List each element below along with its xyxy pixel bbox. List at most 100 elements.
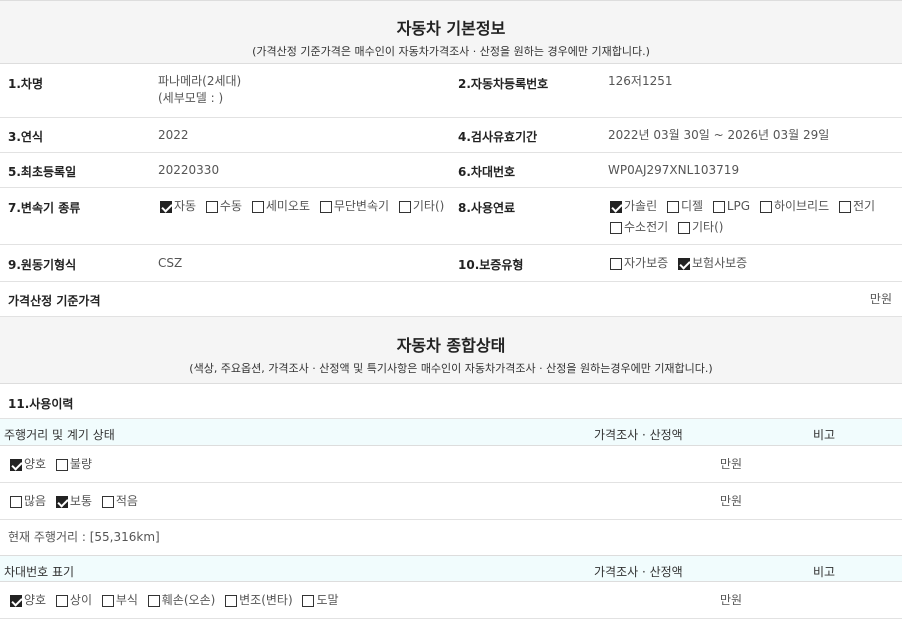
vin-price-head: 가격조사 · 산정액 bbox=[594, 565, 683, 579]
checkbox-box bbox=[205, 200, 218, 213]
mileage-price-head: 가격조사 · 산정액 bbox=[594, 428, 683, 442]
row-usage-history: 11.사용이력 bbox=[0, 384, 902, 419]
checkbox-fuel-diesel[interactable]: 디젤 bbox=[666, 198, 703, 215]
checkbox-gauge-bad[interactable]: 불량 bbox=[55, 456, 92, 473]
basic-info-header: 자동차 기본정보 (가격산정 기준가격은 매수인이 자동차가격조사 · 산정을 … bbox=[0, 0, 902, 64]
checkbox-fuel-hydrogen[interactable]: 수소전기 bbox=[610, 219, 668, 236]
mileage-options: 많음 보통 적음 bbox=[10, 493, 144, 513]
usage-history-label: 11.사용이력 bbox=[8, 397, 74, 411]
reg-no-value: 126저1251 bbox=[608, 74, 673, 88]
checkbox-box bbox=[10, 458, 22, 471]
status-subtitle: (색상, 주요옵션, 가격조사 · 산정액 및 특기사항은 매수인이 자동차가격… bbox=[189, 362, 713, 375]
checkbox-box bbox=[225, 594, 238, 607]
checkbox-warranty-self[interactable]: 자가보증 bbox=[610, 255, 668, 272]
mileage-note-head: 비고 bbox=[813, 428, 836, 442]
checkbox-trans-other[interactable]: 기타() bbox=[398, 198, 444, 215]
checkbox-vin-corrosion[interactable]: 부식 bbox=[101, 592, 138, 609]
checkbox-fuel-hybrid[interactable]: 하이브리드 bbox=[759, 198, 829, 215]
mileage-head: 주행거리 및 계기 상태 bbox=[4, 428, 115, 442]
checkbox-box bbox=[398, 200, 411, 213]
checkbox-box bbox=[610, 221, 622, 234]
checkbox-warranty-insurance[interactable]: 보험사보증 bbox=[678, 255, 747, 272]
checkbox-vin-different[interactable]: 상이 bbox=[55, 592, 92, 609]
row-mileage-level: 많음 보통 적음 만원 bbox=[0, 483, 902, 520]
checkbox-box bbox=[838, 200, 851, 213]
inspection-label: 4.검사유효기간 bbox=[458, 130, 538, 144]
checkbox-box bbox=[759, 200, 772, 213]
checkbox-mileage-normal[interactable]: 보통 bbox=[55, 493, 92, 510]
status-title: 자동차 종합상태 bbox=[396, 336, 506, 355]
checkbox-trans-auto[interactable]: 자동 bbox=[160, 198, 196, 215]
price-label: 가격산정 기준가격 bbox=[8, 294, 101, 308]
vin-head: 차대번호 표기 bbox=[4, 565, 75, 579]
vin-value: WP0AJ297XNL103719 bbox=[608, 163, 740, 177]
checkbox-box bbox=[55, 495, 68, 508]
checkbox-mileage-high[interactable]: 많음 bbox=[10, 493, 46, 510]
basic-info-subtitle: (가격산정 기준가격은 매수인이 자동차가격조사 · 산정을 원하는 경우에만 … bbox=[252, 45, 650, 58]
checkbox-vin-good[interactable]: 양호 bbox=[10, 592, 46, 609]
car-name-value: 파나메라(2세대) (세부모델 : ) bbox=[158, 73, 241, 107]
year-value: 2022 bbox=[158, 128, 189, 142]
engine-label: 9.원동기형식 bbox=[8, 258, 77, 272]
car-model: (세부모델 : ) bbox=[158, 91, 224, 105]
checkbox-trans-cvt[interactable]: 무단변속기 bbox=[319, 198, 389, 215]
checkbox-box bbox=[251, 200, 264, 213]
row-car-name: 1.차명 파나메라(2세대) (세부모델 : ) 2.자동차등록번호 126저1… bbox=[0, 64, 902, 118]
row-gauge-status: 양호 불량 만원 bbox=[0, 446, 902, 483]
checkbox-box bbox=[101, 594, 114, 607]
checkbox-gauge-good[interactable]: 양호 bbox=[10, 456, 46, 473]
status-header: 자동차 종합상태 (색상, 주요옵션, 가격조사 · 산정액 및 특기사항은 매… bbox=[0, 317, 902, 384]
fuel-options: 가솔린 디젤 LPG 하이브리드 전기 수소전기 기타() bbox=[610, 198, 900, 239]
row-transmission: 7.변속기 종류 자동 수동 세미오토 무단변속기 기타() 8.사용연료 가솔… bbox=[0, 188, 902, 245]
vin-note-head: 비고 bbox=[813, 565, 836, 579]
trans-label: 7.변속기 종류 bbox=[8, 201, 81, 215]
checkbox-box bbox=[55, 458, 68, 471]
row-price: 가격산정 기준가격 만원 bbox=[0, 282, 902, 317]
checkbox-box bbox=[610, 200, 622, 213]
vin-table-header: 차대번호 표기 가격조사 · 산정액 비고 bbox=[0, 555, 902, 582]
checkbox-fuel-other[interactable]: 기타() bbox=[678, 219, 723, 236]
checkbox-box bbox=[678, 221, 690, 234]
checkbox-fuel-electric[interactable]: 전기 bbox=[838, 198, 875, 215]
vin-price-unit: 만원 bbox=[720, 593, 743, 607]
car-name: 파나메라(2세대) bbox=[158, 74, 242, 88]
reg-no-label: 2.자동차등록번호 bbox=[458, 77, 549, 91]
checkbox-box bbox=[160, 200, 172, 213]
warranty-options: 자가보증 보험사보증 bbox=[610, 255, 753, 275]
vin-options: 양호 상이 부식 훼손(오손) 변조(변타) 도말 bbox=[10, 592, 345, 612]
current-mileage: 현재 주행거리 : [55,316km] bbox=[8, 530, 160, 544]
checkbox-box bbox=[10, 594, 22, 607]
trans-options: 자동 수동 세미오토 무단변속기 기타() bbox=[160, 198, 450, 218]
year-label: 3.연식 bbox=[8, 130, 43, 144]
row-year: 3.연식 2022 4.검사유효기간 2022년 03월 30일 ~ 2026년… bbox=[0, 118, 902, 153]
checkbox-fuel-gasoline[interactable]: 가솔린 bbox=[610, 198, 657, 215]
row-engine: 9.원동기형식 CSZ 10.보증유형 자가보증 보험사보증 bbox=[0, 245, 902, 282]
inspection-value: 2022년 03월 30일 ~ 2026년 03월 29일 bbox=[608, 128, 830, 142]
checkbox-box bbox=[10, 495, 22, 508]
checkbox-vin-damaged[interactable]: 훼손(오손) bbox=[147, 592, 215, 609]
first-reg-value: 20220330 bbox=[158, 163, 220, 177]
fuel-label: 8.사용연료 bbox=[458, 201, 516, 215]
checkbox-trans-manual[interactable]: 수동 bbox=[205, 198, 242, 215]
warranty-label: 10.보증유형 bbox=[458, 258, 524, 272]
checkbox-box bbox=[678, 257, 690, 270]
checkbox-box bbox=[101, 495, 114, 508]
checkbox-box bbox=[610, 257, 622, 270]
checkbox-box bbox=[712, 200, 725, 213]
mileage-price-unit: 만원 bbox=[720, 494, 743, 508]
checkbox-box bbox=[666, 200, 679, 213]
basic-info-title: 자동차 기본정보 bbox=[396, 19, 506, 38]
checkbox-box bbox=[302, 594, 315, 607]
checkbox-box bbox=[55, 594, 68, 607]
checkbox-trans-semi[interactable]: 세미오토 bbox=[251, 198, 310, 215]
checkbox-mileage-low[interactable]: 적음 bbox=[101, 493, 138, 510]
checkbox-vin-erased[interactable]: 도말 bbox=[302, 592, 339, 609]
row-current-mileage: 현재 주행거리 : [55,316km] bbox=[0, 520, 902, 555]
mileage-table-header: 주행거리 및 계기 상태 가격조사 · 산정액 비고 bbox=[0, 419, 902, 446]
price-unit: 만원 bbox=[869, 292, 892, 306]
first-reg-label: 5.최초등록일 bbox=[8, 165, 77, 179]
checkbox-box bbox=[147, 594, 160, 607]
row-vin-marking: 양호 상이 부식 훼손(오손) 변조(변타) 도말 만원 bbox=[0, 582, 902, 619]
checkbox-vin-altered[interactable]: 변조(변타) bbox=[225, 592, 293, 609]
checkbox-fuel-lpg[interactable]: LPG bbox=[712, 198, 750, 215]
